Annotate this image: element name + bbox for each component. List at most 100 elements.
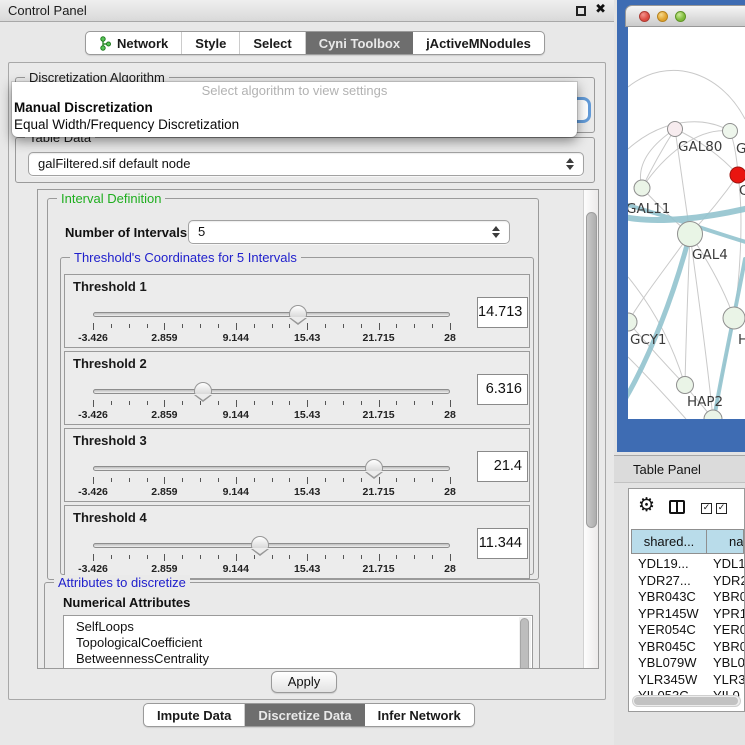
float-window-icon[interactable] bbox=[576, 6, 586, 16]
popup-item-manual-discretization[interactable]: Manual Discretization bbox=[12, 99, 577, 116]
slider-thumb[interactable] bbox=[289, 305, 307, 317]
numerical-attributes-list[interactable]: SelfLoopsTopologicalCoefficientBetweenne… bbox=[63, 615, 533, 669]
tab-select[interactable]: Select bbox=[240, 32, 305, 54]
threshold-2-slider[interactable]: -3.4262.8599.14415.4321.71528 bbox=[93, 382, 450, 424]
tab-label: Infer Network bbox=[378, 708, 461, 723]
table-row[interactable]: YDR27...YDR2 bbox=[631, 573, 744, 590]
table-data-combobox[interactable]: galFiltered.sif default node bbox=[28, 152, 584, 176]
slider-thumb[interactable] bbox=[194, 382, 212, 394]
zoom-traffic-icon[interactable] bbox=[675, 11, 686, 22]
scrollbar-thumb[interactable] bbox=[520, 618, 529, 669]
table-header: shared... na bbox=[631, 529, 744, 554]
table-row[interactable]: YBL079WYBL0 bbox=[631, 655, 744, 672]
table-toolbar: ⚙ ✓ ✓ bbox=[629, 489, 744, 529]
list-item[interactable]: SelfLoops bbox=[64, 619, 532, 635]
network-node-gcy1[interactable] bbox=[628, 313, 637, 331]
slider-track[interactable] bbox=[93, 389, 450, 394]
slider-tick-labels: -3.4262.8599.14415.4321.71528 bbox=[93, 486, 450, 498]
slider-thumb[interactable] bbox=[365, 459, 383, 471]
network-node-selected-red[interactable] bbox=[730, 167, 745, 183]
table-row[interactable]: YBR045CYBR0 bbox=[631, 639, 744, 656]
list-scrollbar[interactable] bbox=[519, 617, 531, 669]
checkbox-checked-icon[interactable]: ✓ bbox=[716, 503, 727, 514]
scrollbar-thumb[interactable] bbox=[586, 212, 597, 528]
tab-label: Cyni Toolbox bbox=[319, 36, 400, 51]
cell-shared-name: YER054C bbox=[631, 622, 707, 639]
threshold-3-value-field[interactable]: 21.4 bbox=[477, 451, 528, 482]
network-node-right-mid[interactable] bbox=[723, 307, 745, 329]
cyni-toolbox-panel: Discretization Algorithm Table Data galF… bbox=[8, 62, 606, 700]
threshold-1-panel: Threshold 1-3.4262.8599.14415.4321.71528… bbox=[64, 274, 530, 348]
threshold-2-value-field[interactable]: 6.316 bbox=[477, 374, 528, 405]
num-intervals-combobox[interactable]: 5 bbox=[188, 220, 510, 244]
list-item[interactable]: BetweennessCentrality bbox=[64, 651, 532, 667]
threshold-1-value-field[interactable]: 14.713 bbox=[477, 297, 528, 328]
numerical-attributes-label: Numerical Attributes bbox=[63, 595, 190, 610]
table-data-group: Table Data galFiltered.sif default node bbox=[15, 137, 595, 183]
threshold-3-slider[interactable]: -3.4262.8599.14415.4321.71528 bbox=[93, 459, 450, 501]
tab-network[interactable]: Network bbox=[86, 32, 182, 54]
cell-name: YDR2 bbox=[707, 573, 744, 590]
tab-label: Network bbox=[117, 36, 168, 51]
spinner-arrows-icon bbox=[492, 226, 500, 238]
horizontal-scrollbar[interactable] bbox=[632, 695, 741, 707]
slider-track[interactable] bbox=[93, 312, 450, 317]
threshold-4-slider[interactable]: -3.4262.8599.14415.4321.71528 bbox=[93, 536, 450, 578]
table-panel: ⚙ ✓ ✓ shared... na YDL19...YDL1YDR27...Y… bbox=[628, 488, 745, 712]
threshold-1-slider[interactable]: -3.4262.8599.14415.4321.71528 bbox=[93, 305, 450, 347]
network-node-gal80[interactable] bbox=[668, 122, 683, 137]
tab-infer-network[interactable]: Infer Network bbox=[365, 704, 474, 726]
close-traffic-icon[interactable] bbox=[639, 11, 650, 22]
cell-shared-name: YPR145W bbox=[631, 606, 707, 623]
slider-ticks bbox=[93, 475, 450, 485]
network-node-right-top[interactable] bbox=[723, 124, 738, 139]
cell-name: YER0 bbox=[707, 622, 744, 639]
gear-icon[interactable]: ⚙ bbox=[638, 496, 655, 515]
popup-item-equal-width[interactable]: Equal Width/Frequency Discretization bbox=[12, 116, 577, 133]
network-node-gal4[interactable] bbox=[678, 222, 703, 247]
slider-track[interactable] bbox=[93, 543, 450, 548]
tab-label: Impute Data bbox=[157, 708, 231, 723]
minimize-traffic-icon[interactable] bbox=[657, 11, 668, 22]
apply-button[interactable]: Apply bbox=[271, 671, 337, 693]
table-row[interactable]: YLR345WYLR3 bbox=[631, 672, 744, 689]
tab-label: Select bbox=[253, 36, 291, 51]
vertical-scrollbar[interactable] bbox=[583, 190, 598, 668]
tab-style[interactable]: Style bbox=[182, 32, 240, 54]
network-canvas[interactable]: GAL80 GA C GAL11 GAL4 GCY1 H HAP2 bbox=[628, 27, 745, 419]
threshold-label: Threshold 4 bbox=[73, 510, 147, 525]
interval-definition-group: Interval Definition Number of Intervals … bbox=[47, 198, 539, 580]
control-panel-tabbar: Network Style Select Cyni Toolbox jActiveMNo… bbox=[85, 31, 545, 55]
combobox-value: galFiltered.sif default node bbox=[38, 153, 190, 175]
network-node-hap2[interactable] bbox=[677, 377, 694, 394]
table-row[interactable]: YBR043CYBR0 bbox=[631, 589, 744, 606]
checkbox-checked-icon[interactable]: ✓ bbox=[701, 503, 712, 514]
close-icon[interactable]: ✖ bbox=[595, 2, 606, 17]
tab-cyni-toolbox[interactable]: Cyni Toolbox bbox=[306, 32, 413, 54]
popup-placeholder: Select algorithm to view settings bbox=[12, 83, 577, 99]
tab-label: Style bbox=[195, 36, 226, 51]
table-row[interactable]: YDL19...YDL1 bbox=[631, 556, 744, 573]
network-node-gal11[interactable] bbox=[634, 180, 650, 196]
network-view-window: GAL80 GA C GAL11 GAL4 GCY1 H HAP2 bbox=[617, 0, 745, 452]
table-row[interactable]: YPR145WYPR1 bbox=[631, 606, 744, 623]
table-rows: YDL19...YDL1YDR27...YDR2YBR043CYBR0YPR14… bbox=[631, 556, 744, 697]
cell-shared-name: YBR043C bbox=[631, 589, 707, 606]
list-item[interactable]: TopologicalCoefficient bbox=[64, 635, 532, 651]
columns-icon[interactable] bbox=[669, 500, 685, 514]
threshold-4-value-field[interactable]: 11.344 bbox=[477, 528, 528, 559]
column-header-shared-name[interactable]: shared... bbox=[631, 529, 707, 554]
scrollbar-thumb[interactable] bbox=[634, 697, 738, 705]
tab-impute-data[interactable]: Impute Data bbox=[144, 704, 245, 726]
slider-thumb[interactable] bbox=[251, 536, 269, 548]
slider-track[interactable] bbox=[93, 466, 450, 471]
tab-jactivemnodules[interactable]: jActiveMNodules bbox=[413, 32, 544, 54]
node-label-hap2: HAP2 bbox=[687, 394, 723, 410]
column-header-name[interactable]: na bbox=[707, 529, 744, 554]
control-panel-titlebar: Control Panel ✖ bbox=[0, 0, 614, 22]
table-row[interactable]: YER054CYER0 bbox=[631, 622, 744, 639]
cell-shared-name: YDR27... bbox=[631, 573, 707, 590]
tab-discretize-data[interactable]: Discretize Data bbox=[245, 704, 364, 726]
cell-shared-name: YBL079W bbox=[631, 655, 707, 672]
num-intervals-label: Number of Intervals bbox=[65, 225, 187, 240]
